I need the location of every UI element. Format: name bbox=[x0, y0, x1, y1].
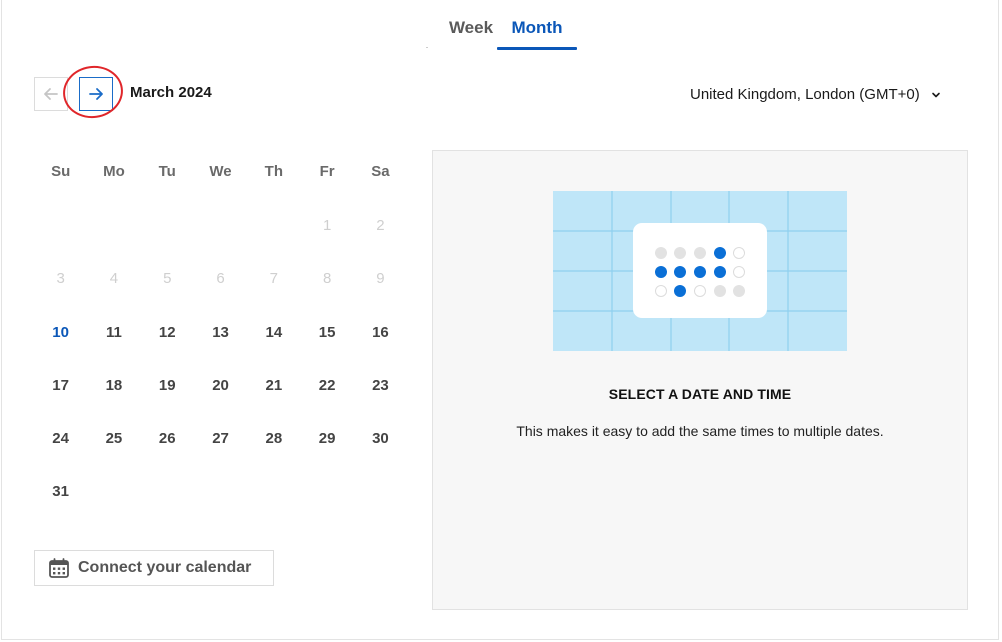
calendar-empty-cell bbox=[141, 199, 194, 252]
calendar-day-17[interactable]: 17 bbox=[34, 359, 87, 412]
calendar-week-row: 3 4 5 6 7 8 9 bbox=[34, 252, 407, 305]
calendar-day-7: 7 bbox=[269, 270, 278, 288]
calendar-day-10[interactable]: 10 bbox=[34, 306, 87, 359]
calendar-week-row: 12 bbox=[34, 199, 407, 252]
chevron-down-icon bbox=[931, 92, 940, 97]
calendar-empty-cell bbox=[247, 465, 300, 518]
connect-calendar-button[interactable]: Connect your calendar bbox=[34, 550, 274, 586]
tab-week[interactable]: Week bbox=[436, 0, 506, 50]
calendar-icon bbox=[49, 558, 69, 578]
view-tabs: Week Month bbox=[426, 0, 578, 52]
arrow-right-icon bbox=[89, 88, 103, 100]
month-calendar: Su Mo Tu We Th Fr Sa 1 2 3 4 5 6 7 8 9 10 11 12 13 14… bbox=[34, 145, 407, 519]
calendar-day-9: 9 bbox=[376, 270, 385, 288]
calendar-day-1: 1 bbox=[322, 217, 332, 234]
panel-title: SELECT A DATE AND TIME bbox=[608, 386, 792, 402]
weekday-label: We bbox=[209, 163, 232, 180]
calendar-day-16[interactable]: 16 bbox=[354, 306, 407, 359]
calendar-day-21[interactable]: 21 bbox=[247, 359, 300, 412]
calendar-empty-cell bbox=[247, 199, 300, 252]
weekday-label: Su bbox=[51, 163, 71, 180]
calendar-empty-cell bbox=[87, 199, 140, 252]
current-month-label: March 2024 bbox=[130, 84, 212, 101]
calendar-days: 1 2 3 4 5 6 7 8 9 10 11 12 13 14 15 16 17 18 19 20 21 22 23 24 2… bbox=[34, 199, 407, 519]
weekday-label: Sa bbox=[371, 163, 390, 180]
calendar-day-31[interactable]: 31 bbox=[34, 465, 87, 518]
weekday-label: Mo bbox=[103, 163, 125, 180]
calendar-day-30[interactable]: 30 bbox=[354, 412, 407, 465]
calendar-day-24[interactable]: 24 bbox=[34, 412, 87, 465]
calendar-day-3: 3 bbox=[56, 270, 65, 288]
calendar-day-5: 5 bbox=[163, 270, 172, 288]
calendar-day-27[interactable]: 27 bbox=[194, 412, 247, 465]
calendar-day-4: 4 bbox=[109, 270, 119, 288]
tab-baseline bbox=[426, 47, 428, 48]
calendar-illustration bbox=[553, 191, 847, 351]
calendar-week-row: 31 bbox=[34, 465, 407, 518]
arrow-left-icon bbox=[44, 88, 58, 100]
calendar-empty-cell bbox=[141, 465, 194, 518]
calendar-day-13[interactable]: 13 bbox=[194, 306, 247, 359]
weekday-label: Fr bbox=[319, 163, 335, 180]
time-selection-panel: SELECT A DATE AND TIME This makes it eas… bbox=[432, 150, 968, 610]
panel-description: This makes it easy to add the same times… bbox=[516, 423, 884, 439]
calendar-day-26[interactable]: 26 bbox=[141, 412, 194, 465]
timezone-label: United Kingdom, London (GMT+0) bbox=[690, 86, 920, 103]
calendar-day-15[interactable]: 15 bbox=[300, 306, 353, 359]
connect-calendar-label: Connect your calendar bbox=[78, 559, 252, 576]
weekday-header: Su Mo Tu We Th Fr Sa bbox=[34, 145, 407, 199]
calendar-day-6: 6 bbox=[216, 270, 225, 288]
calendar-empty-cell bbox=[194, 465, 247, 518]
calendar-day-18[interactable]: 18 bbox=[87, 359, 140, 412]
calendar-day-28[interactable]: 28 bbox=[247, 412, 300, 465]
calendar-day-23[interactable]: 23 bbox=[354, 359, 407, 412]
calendar-empty-cell bbox=[87, 465, 140, 518]
calendar-empty-cell bbox=[300, 465, 353, 518]
weekday-label: Th bbox=[264, 163, 283, 180]
timezone-select[interactable]: United Kingdom, London (GMT+0) bbox=[690, 86, 942, 103]
next-month-button[interactable] bbox=[79, 77, 113, 111]
calendar-day-29[interactable]: 29 bbox=[300, 412, 353, 465]
tab-month[interactable]: Month bbox=[497, 0, 577, 50]
calendar-day-2: 2 bbox=[376, 217, 385, 234]
calendar-day-14[interactable]: 14 bbox=[247, 306, 300, 359]
calendar-week-row: 17 18 19 20 21 22 23 bbox=[34, 359, 407, 412]
calendar-empty-cell bbox=[194, 199, 247, 252]
calendar-day-25[interactable]: 25 bbox=[87, 412, 140, 465]
calendar-day-11[interactable]: 11 bbox=[87, 306, 140, 359]
calendar-empty-cell bbox=[354, 465, 407, 518]
calendar-week-row: 24 25 26 27 28 29 30 bbox=[34, 412, 407, 465]
calendar-day-22[interactable]: 22 bbox=[300, 359, 353, 412]
active-tab-indicator bbox=[497, 47, 577, 50]
calendar-day-20[interactable]: 20 bbox=[194, 359, 247, 412]
calendar-day-12[interactable]: 12 bbox=[141, 306, 194, 359]
prev-month-button[interactable] bbox=[34, 77, 68, 111]
calendar-week-row: 10 11 12 13 14 15 16 bbox=[34, 306, 407, 359]
calendar-empty-cell bbox=[34, 199, 87, 252]
calendar-day-8: 8 bbox=[322, 270, 332, 288]
weekday-label: Tu bbox=[158, 163, 176, 180]
calendar-day-19[interactable]: 19 bbox=[141, 359, 194, 412]
